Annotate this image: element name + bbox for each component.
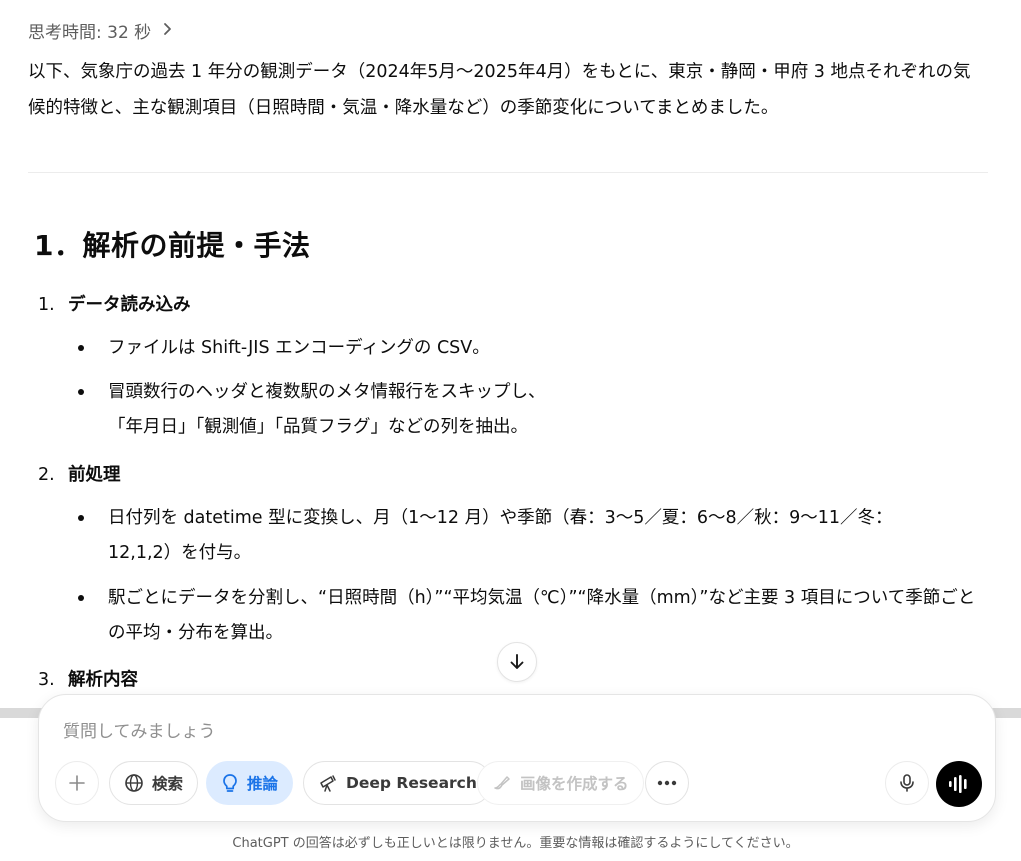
bullet-text: の平均・分布を算出。 (108, 623, 283, 643)
telescope-icon (320, 775, 336, 792)
more-icon (657, 780, 677, 786)
arrow-down-icon (510, 654, 524, 669)
dictation-button[interactable] (885, 761, 929, 805)
plus-icon (69, 775, 85, 791)
bullet-item: 冒頭数行のヘッダと複数駅のメタ情報行をスキップし、 「年月日」「観測値」「品質フ… (78, 375, 983, 445)
list-item-title: 前処理 (68, 465, 121, 485)
create-image-button[interactable]: 画像を作成する (477, 761, 644, 805)
chat-page: 思考時間: 32 秒 以下、気象庁の過去 1 年分の観測データ（2024年5月〜… (0, 0, 1021, 861)
intro-line: 候的特徴と、主な観測項目（日照時間・気温・降水量など）の季節変化についてまとめま… (28, 98, 779, 118)
list-item: 2. 前処理 (38, 461, 121, 486)
bullet-text: ファイルは Shift-JIS エンコーディングの CSV。 (108, 338, 490, 358)
list-item-title: 解析内容 (68, 670, 138, 690)
reason-button[interactable]: 推論 (206, 761, 294, 805)
bullet-text: 冒頭数行のヘッダと複数駅のメタ情報行をスキップし、 (108, 382, 546, 402)
list-number: 2. (38, 465, 55, 485)
intro-line: 以下、気象庁の過去 1 年分の観測データ（2024年5月〜2025年4月）をもと… (28, 62, 971, 82)
composer: 質問してみましょう 検索 推論 Deep Research 画像を作成する (38, 694, 996, 822)
thinking-toggle[interactable]: 思考時間: 32 秒 (28, 18, 173, 43)
list-number: 3. (38, 670, 55, 690)
bullet-dot (78, 595, 84, 601)
divider (28, 172, 988, 173)
waveform-icon (949, 775, 967, 793)
list-item: 3. 解析内容 (38, 666, 138, 691)
prompt-input[interactable]: 質問してみましょう (63, 717, 216, 742)
more-options-button[interactable] (645, 761, 689, 805)
scroll-down-button[interactable] (497, 642, 537, 682)
bullet-text: 「年月日」「観測値」「品質フラグ」などの列を抽出。 (108, 417, 528, 437)
list-number: 1. (38, 295, 55, 315)
section-title: 1．解析の前提・手法 (34, 229, 311, 262)
voice-mode-button[interactable] (936, 761, 982, 807)
bullet-item: ファイルは Shift-JIS エンコーディングの CSV。 (78, 331, 983, 366)
disclaimer-note: ChatGPT の回答は必ずしも正しいとは限りません。重要な情報は確認するように… (232, 836, 799, 851)
intro-paragraph: 以下、気象庁の過去 1 年分の観測データ（2024年5月〜2025年4月）をもと… (28, 54, 988, 126)
bullet-text: 駅ごとにデータを分割し、“日照時間（h）”“平均気温（℃）”“降水量（mm）”な… (108, 588, 976, 608)
search-label: 検索 (152, 775, 184, 793)
bullet-item: 駅ごとにデータを分割し、“日照時間（h）”“平均気温（℃）”“降水量（mm）”な… (78, 581, 983, 651)
bullet-dot (78, 515, 84, 521)
bullet-dot (78, 345, 84, 351)
reason-label: 推論 (247, 775, 279, 793)
bullet-text: 日付列を datetime 型に変換し、月（1〜12 月）や季節（春：3〜5／夏… (108, 508, 893, 528)
bullet-text: 12,1,2）を付与。 (108, 543, 252, 563)
bullet-dot (78, 389, 84, 395)
globe-icon (125, 774, 143, 792)
image-brush-icon (494, 776, 510, 790)
deep-research-label: Deep Research (346, 774, 477, 792)
search-button[interactable]: 検索 (109, 761, 199, 805)
list-item-title: データ読み込み (68, 295, 191, 315)
add-button[interactable] (55, 761, 99, 805)
deep-research-button[interactable]: Deep Research (303, 761, 492, 805)
chevron-right-icon (163, 22, 173, 40)
bullet-item: 日付列を datetime 型に変換し、月（1〜12 月）や季節（春：3〜5／夏… (78, 501, 983, 571)
microphone-icon (900, 774, 914, 792)
create-image-label: 画像を作成する (520, 775, 629, 793)
thinking-label: 思考時間: 32 秒 (28, 23, 152, 43)
list-item: 1. データ読み込み (38, 291, 191, 316)
lightbulb-icon (223, 774, 237, 792)
